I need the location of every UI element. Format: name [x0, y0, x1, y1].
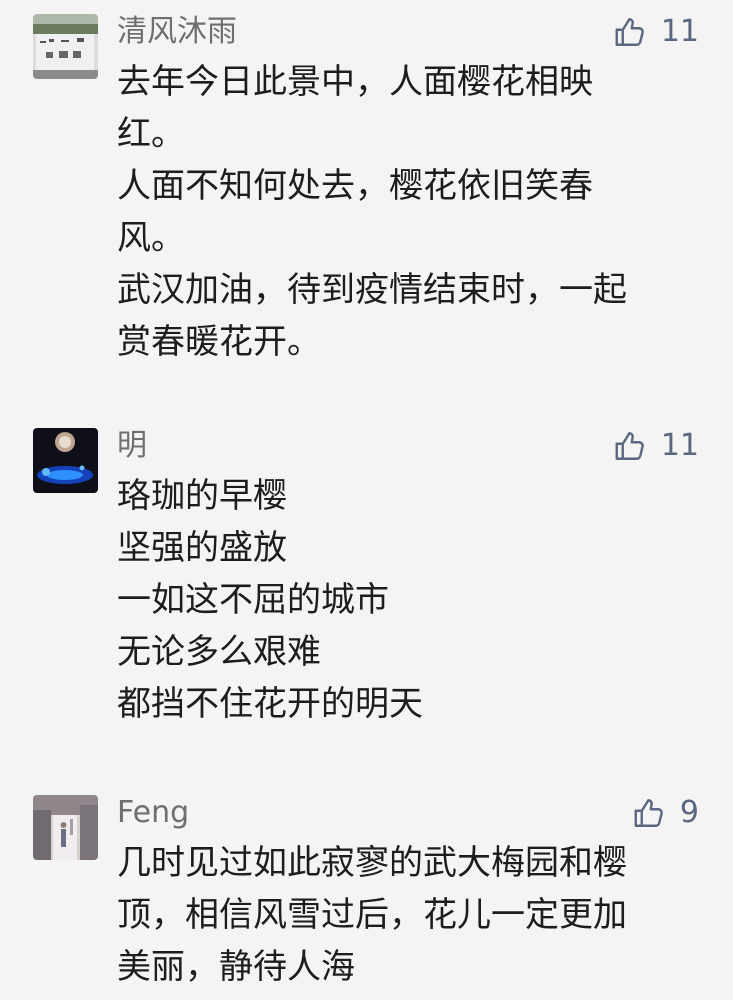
comment-text: 去年今日此景中，人面樱花相映 红。 人面不知何处去，樱花依旧笑春 风。 武汉加油… — [117, 56, 702, 368]
like-button[interactable]: 11 — [613, 426, 699, 466]
comment-line: 几时见过如此寂寥的武大梅园和樱 — [117, 843, 627, 883]
moon-water-photo-icon — [33, 428, 98, 493]
comment-line: 坚强的盛放 — [117, 528, 287, 568]
comment-line: 珞珈的早樱 — [117, 476, 287, 516]
comment-line: 人面不知何处去，樱花依旧笑春 — [117, 166, 593, 206]
comment-line: 都挡不住花开的明天 — [117, 684, 423, 724]
comment-author: Feng — [117, 795, 190, 830]
comment-line: 风。 — [117, 218, 185, 258]
avatar[interactable] — [33, 428, 98, 493]
alley-photo-icon — [33, 795, 98, 860]
thumbs-up-icon — [634, 799, 663, 827]
avatar[interactable] — [33, 795, 98, 860]
like-count: 11 — [660, 428, 699, 463]
comment-text: 珞珈的早樱 坚强的盛放 一如这不屈的城市 无论多么艰难 都挡不住花开的明天 — [117, 470, 702, 730]
like-button[interactable]: 9 — [632, 793, 699, 833]
comment-author: 清风沐雨 — [117, 14, 237, 49]
comment-line: 去年今日此景中，人面樱花相映 — [117, 62, 593, 102]
avatar[interactable] — [33, 14, 98, 79]
like-count: 11 — [660, 14, 699, 49]
comment-line: 红。 — [117, 114, 185, 154]
stone-tablet-photo-icon — [33, 14, 98, 79]
like-count: 9 — [679, 795, 699, 830]
thumbs-up-icon — [615, 18, 644, 46]
thumbs-up-icon — [615, 432, 644, 460]
comment-line: 武汉加油，待到疫情结束时，一起 — [117, 270, 627, 310]
like-button[interactable]: 11 — [613, 12, 699, 52]
comment-line: 一如这不屈的城市 — [117, 580, 389, 620]
comment-author: 明 — [117, 428, 147, 463]
comment-line: 无论多么艰难 — [117, 632, 321, 672]
comment-text: 几时见过如此寂寥的武大梅园和樱 顶，相信风雪过后，花儿一定更加 美丽，静待人海 — [117, 837, 702, 993]
comment-line: 美丽，静待人海 — [117, 947, 355, 987]
comment-line: 顶，相信风雪过后，花儿一定更加 — [117, 895, 627, 935]
comment-line: 赏春暖花开。 — [117, 322, 321, 362]
